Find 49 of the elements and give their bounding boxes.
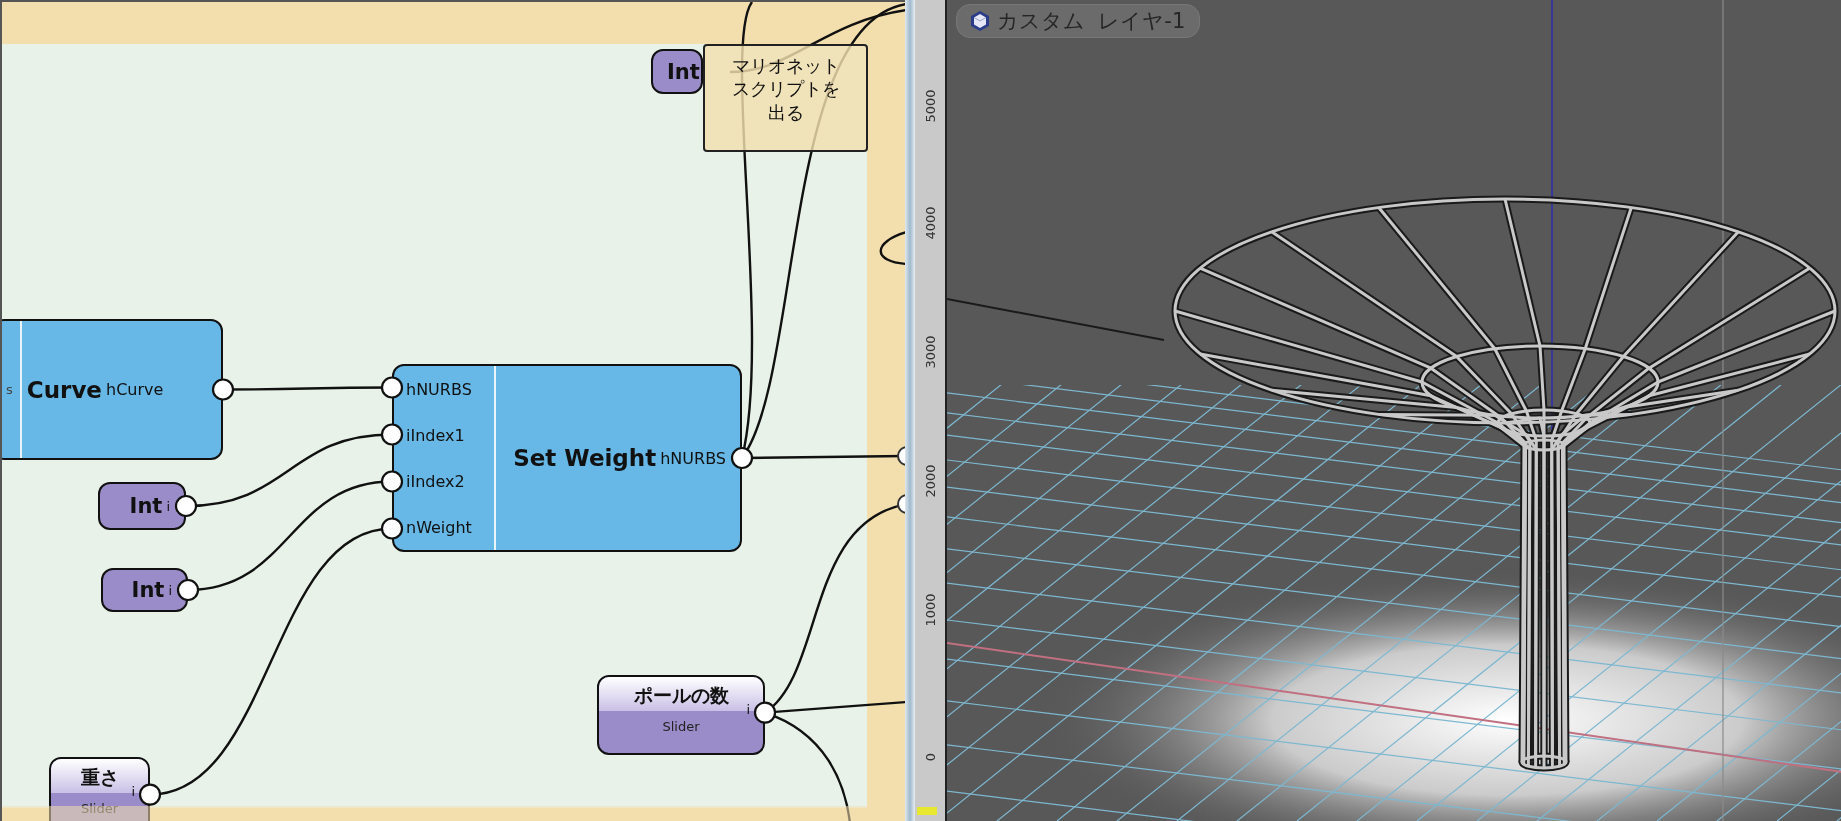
layer-name: カスタム レイヤ-1 (997, 8, 1186, 35)
port-label: hNURBS (660, 448, 727, 468)
node-title-fragment: s (5, 382, 13, 397)
node-type-label: Slider (79, 800, 120, 816)
port-connector[interactable] (176, 578, 200, 602)
int-node[interactable]: Int (651, 49, 703, 94)
port-connector[interactable] (897, 446, 905, 466)
port-label: nWeight (406, 517, 472, 537)
port-connector[interactable] (730, 446, 754, 470)
comment-note[interactable]: マリオネットスクリプトを出る (703, 44, 868, 152)
ruler-label: 3000 (922, 335, 938, 369)
function-node[interactable]: s Curve hCurve (2, 319, 223, 460)
slider-node[interactable]: 重さ i Slider (49, 757, 150, 821)
port-connector[interactable] (897, 494, 905, 514)
ruler-label: 1000 (922, 593, 938, 627)
port-label: i (166, 498, 171, 514)
port-label: hNURBS (406, 379, 472, 399)
port-label: iIndex1 (406, 425, 466, 445)
port-connector[interactable] (380, 376, 404, 399)
node-title: Int (667, 59, 700, 84)
port-label: i (168, 582, 173, 598)
port-connector[interactable] (380, 517, 404, 540)
port-connector[interactable] (380, 423, 404, 446)
ruler-label: 5000 (922, 89, 938, 123)
port-label: i (131, 784, 135, 799)
node-title: Int (131, 578, 165, 602)
node-title: Curve (26, 376, 103, 403)
node-title: Int (129, 494, 163, 518)
node-title: 重さ (80, 765, 119, 790)
node-type-label: Slider (661, 718, 701, 734)
port-connector[interactable] (380, 470, 404, 493)
port-connector[interactable] (174, 494, 198, 518)
ruler-label: 4000 (922, 206, 938, 240)
node-title: Set Weight (513, 445, 658, 471)
port-connector[interactable] (211, 378, 235, 401)
cube-icon (969, 10, 991, 32)
ruler-label: 2000 (922, 464, 938, 498)
int-node[interactable]: Int i (101, 568, 188, 612)
node-title: ポールの数 (633, 683, 729, 708)
function-node[interactable]: hNURBS iIndex1 iIndex2 nWeight Set Weight hNURBS (392, 364, 742, 552)
int-node[interactable]: Int i (98, 482, 186, 530)
port-label: hCurve (106, 380, 165, 399)
ruler-label: 0 (922, 752, 938, 762)
ruler-marker (917, 807, 937, 815)
slider-node[interactable]: ポールの数 i Slider (597, 675, 765, 755)
port-label: iIndex2 (406, 471, 466, 491)
port-label: i (746, 702, 750, 717)
port-connector[interactable] (753, 701, 777, 724)
port-connector[interactable] (138, 783, 162, 806)
